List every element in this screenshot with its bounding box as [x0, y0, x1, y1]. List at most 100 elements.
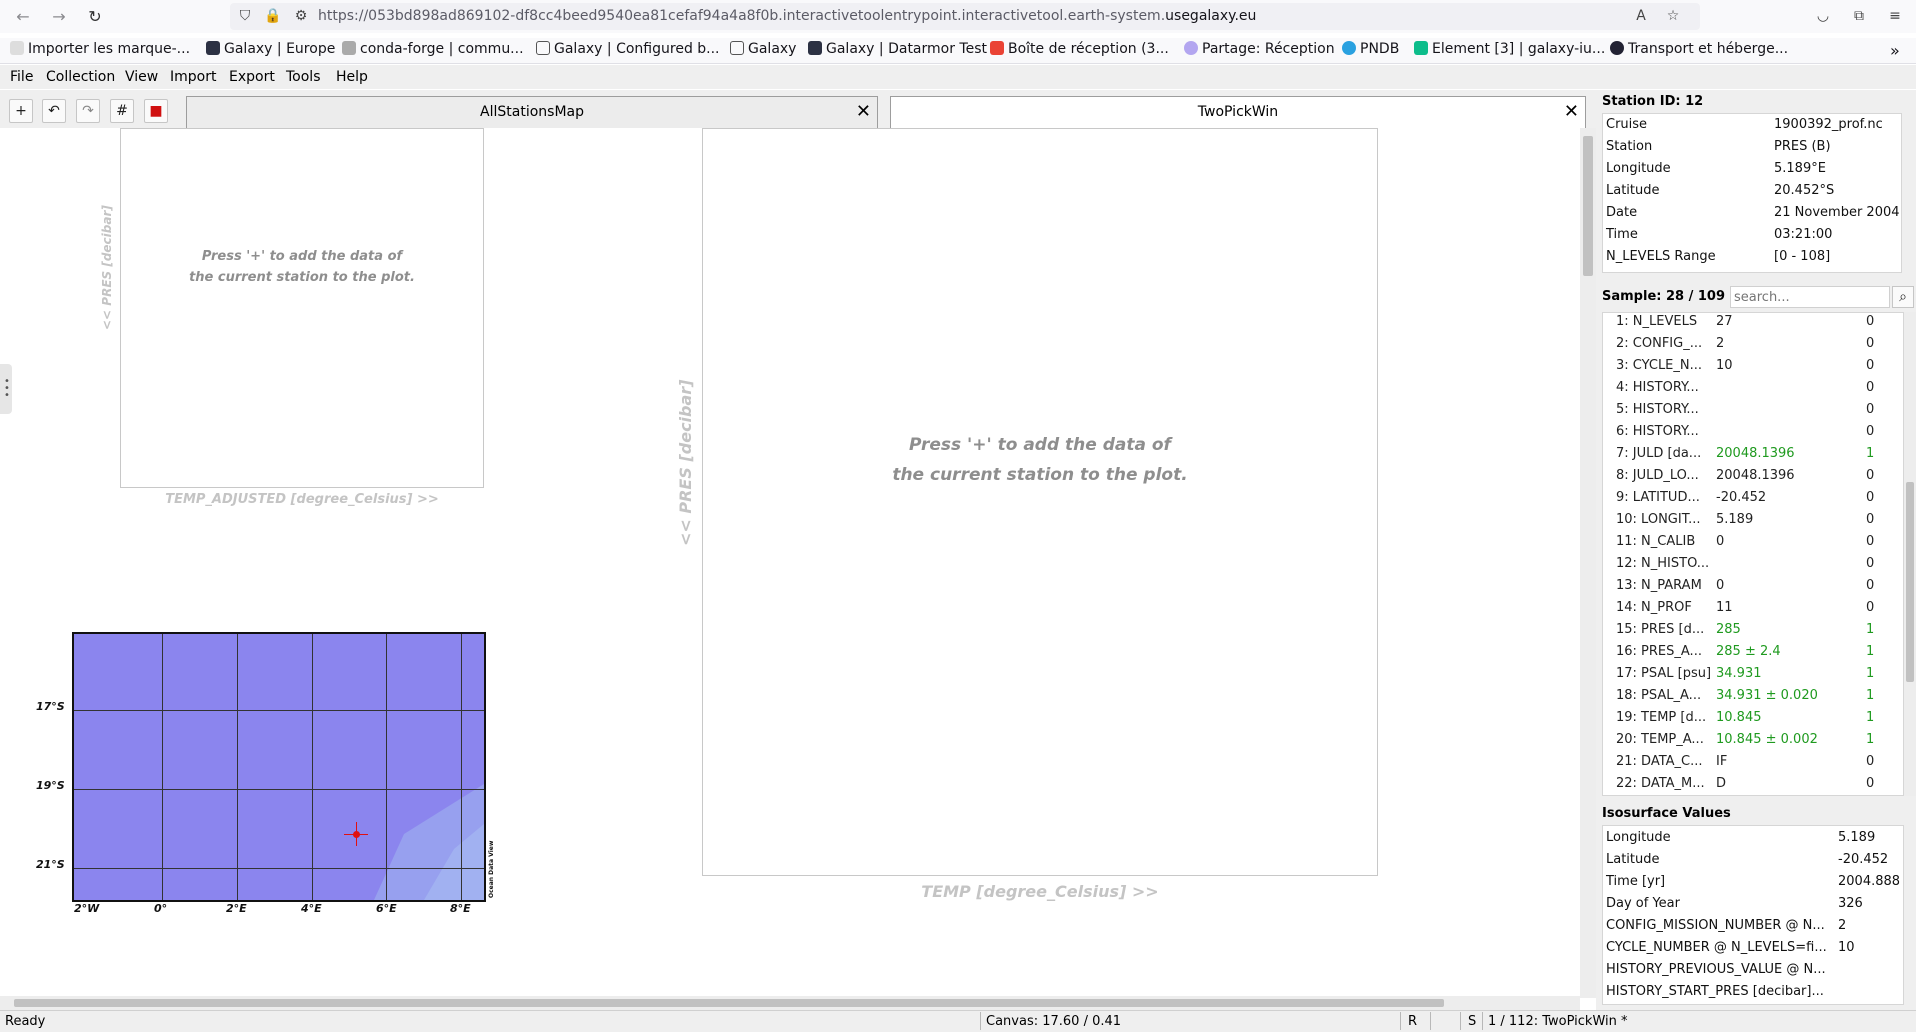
tab-allstationsmap[interactable]: AllStationsMap ✕: [186, 96, 878, 128]
bookmark-item[interactable]: Partage: Réception: [1184, 41, 1335, 57]
bookmark-item[interactable]: Galaxy | Datarmor Test: [808, 41, 987, 57]
bookmark-item[interactable]: Boîte de réception (3...: [990, 41, 1169, 57]
sample-row[interactable]: 14: N_PROF 11 0: [1606, 600, 1906, 622]
iso-value: 5.189: [1838, 830, 1876, 845]
sample-row-value: 27: [1716, 314, 1733, 329]
bookmark-item[interactable]: Galaxy | Europe: [206, 41, 335, 57]
sample-row[interactable]: 15: PRES [d... 285 1: [1606, 622, 1906, 644]
sample-row[interactable]: 10: LONGIT... 5.189 0: [1606, 512, 1906, 534]
tab-twopickwin[interactable]: TwoPickWin ✕: [890, 96, 1586, 128]
sample-row[interactable]: 9: LATITUD... -20.452 0: [1606, 490, 1906, 512]
bookmark-item[interactable]: Galaxy | Configured b...: [536, 41, 720, 57]
menu-collection[interactable]: Collection: [46, 69, 115, 85]
save-button[interactable]: ■: [144, 99, 168, 123]
sample-row[interactable]: 20: TEMP_A... 10.845 ± 0.002 1: [1606, 732, 1906, 754]
sample-row[interactable]: 11: N_CALIB 0 0: [1606, 534, 1906, 556]
more-bookmarks-icon[interactable]: »: [1890, 41, 1900, 60]
sample-row-value: -20.452: [1716, 490, 1767, 505]
translate-icon[interactable]: A: [1632, 7, 1650, 25]
permissions-icon[interactable]: ⚙: [292, 7, 310, 25]
gmail-icon: [990, 41, 1004, 55]
close-icon[interactable]: ✕: [856, 97, 871, 127]
sample-row[interactable]: 7: JULD [da... 20048.1396 1: [1606, 446, 1906, 468]
station-key: Station: [1606, 139, 1653, 154]
large-plot[interactable]: [702, 128, 1378, 876]
lon-tick: 2°W: [74, 902, 100, 915]
station-map[interactable]: [72, 632, 486, 902]
station-key: Date: [1606, 205, 1638, 220]
status-r: R: [1408, 1014, 1418, 1029]
sample-row-flag: 0: [1866, 754, 1875, 769]
lat-tick: 21°S: [36, 858, 65, 871]
add-button[interactable]: +: [9, 99, 33, 123]
pocket-icon[interactable]: ◡: [1814, 7, 1832, 25]
bookmark-item[interactable]: Transport et héberge...: [1610, 41, 1788, 57]
iso-value: 2: [1838, 918, 1847, 933]
bookmark-item[interactable]: PNDB: [1342, 41, 1399, 57]
sample-row-name: 11: N_CALIB: [1616, 534, 1696, 549]
station-value: 21 November 2004: [1774, 205, 1900, 220]
iso-value: -20.452: [1838, 852, 1889, 867]
drawer-handle[interactable]: • • •: [0, 364, 12, 414]
sample-row[interactable]: 4: HISTORY... 0: [1606, 380, 1906, 402]
sample-row-name: 6: HISTORY...: [1616, 424, 1699, 439]
sample-row[interactable]: 5: HISTORY... 0: [1606, 402, 1906, 424]
shield-icon[interactable]: ⛉: [236, 7, 254, 25]
bookmark-item[interactable]: conda-forge | commu...: [342, 41, 524, 57]
menu-import[interactable]: Import: [170, 69, 216, 85]
sample-row-name: 8: JULD_LO...: [1616, 468, 1699, 483]
grid-button[interactable]: #: [110, 99, 134, 123]
lon-tick: 0°: [154, 902, 168, 915]
url-text[interactable]: https://053bd898ad869102-df8cc4beed9540e…: [318, 8, 1256, 24]
large-plot-hint: Press '+' to add the data of the current…: [892, 435, 1188, 485]
station-marker-icon[interactable]: [353, 831, 360, 838]
sample-row[interactable]: 22: DATA_M... D 0: [1606, 776, 1906, 798]
sample-row[interactable]: 2: CONFIG_... 2 0: [1606, 336, 1906, 358]
small-plot[interactable]: [120, 128, 484, 488]
sample-row-name: 15: PRES [d...: [1616, 622, 1705, 637]
sample-row[interactable]: 16: PRES_A... 285 ± 2.4 1: [1606, 644, 1906, 666]
bookmark-item[interactable]: Galaxy: [730, 41, 796, 57]
menu-tools[interactable]: Tools: [286, 69, 321, 85]
redo-button[interactable]: ↷: [76, 99, 100, 123]
sample-row-name: 7: JULD [da...: [1616, 446, 1702, 461]
sample-row[interactable]: 1: N_LEVELS 27 0: [1606, 314, 1906, 336]
sample-row[interactable]: 19: TEMP [d... 10.845 1: [1606, 710, 1906, 732]
menu-export[interactable]: Export: [229, 69, 275, 85]
sample-row[interactable]: 17: PSAL [psu] 34.931 1: [1606, 666, 1906, 688]
lock-icon[interactable]: 🔒: [264, 7, 282, 25]
sample-row[interactable]: 18: PSAL_A... 34.931 ± 0.020 1: [1606, 688, 1906, 710]
sample-row[interactable]: 6: HISTORY... 0: [1606, 424, 1906, 446]
canvas-hscrollbar[interactable]: [0, 996, 1580, 1010]
sample-search-input[interactable]: [1730, 286, 1890, 308]
sample-row[interactable]: 13: N_PARAM 0 0: [1606, 578, 1906, 600]
sample-row-value: 20048.1396: [1716, 468, 1795, 483]
forward-icon[interactable]: →: [48, 6, 70, 28]
bookmark-item[interactable]: Element [3] | galaxy-iu...: [1414, 41, 1605, 57]
extensions-icon[interactable]: ⧉: [1850, 7, 1868, 25]
menu-icon[interactable]: ≡: [1886, 7, 1904, 25]
bookmark-star-icon[interactable]: ☆: [1664, 7, 1682, 25]
map-land-shading: [374, 784, 484, 900]
back-icon[interactable]: ←: [12, 6, 34, 28]
sample-row[interactable]: 21: DATA_C... IF 0: [1606, 754, 1906, 776]
sample-row[interactable]: 12: N_HISTO... 0: [1606, 556, 1906, 578]
menu-file[interactable]: File: [10, 69, 33, 85]
sample-row[interactable]: 8: JULD_LO... 20048.1396 0: [1606, 468, 1906, 490]
sample-row-value: D: [1716, 776, 1727, 791]
search-icon[interactable]: ⌕: [1892, 286, 1914, 308]
canvas-vscrollbar[interactable]: [1580, 128, 1596, 998]
bookmark-item[interactable]: Importer les marque-...: [10, 41, 190, 57]
undo-button[interactable]: ↶: [42, 99, 66, 123]
close-icon[interactable]: ✕: [1564, 97, 1579, 127]
reload-icon[interactable]: ↻: [84, 6, 106, 28]
small-plot-xlabel: TEMP_ADJUSTED [degree_Celsius] >>: [165, 492, 439, 507]
menubar: File Collection View Import Export Tools…: [0, 65, 1916, 89]
sample-row[interactable]: 3: CYCLE_N... 10 0: [1606, 358, 1906, 380]
menu-help[interactable]: Help: [336, 69, 368, 85]
sample-row-flag: 1: [1866, 732, 1875, 747]
iso-key: Time [yr]: [1606, 874, 1666, 889]
sample-row-flag: 1: [1866, 710, 1875, 725]
small-plot-hint: Press '+' to add the data of the current…: [189, 249, 415, 285]
menu-view[interactable]: View: [125, 69, 158, 85]
